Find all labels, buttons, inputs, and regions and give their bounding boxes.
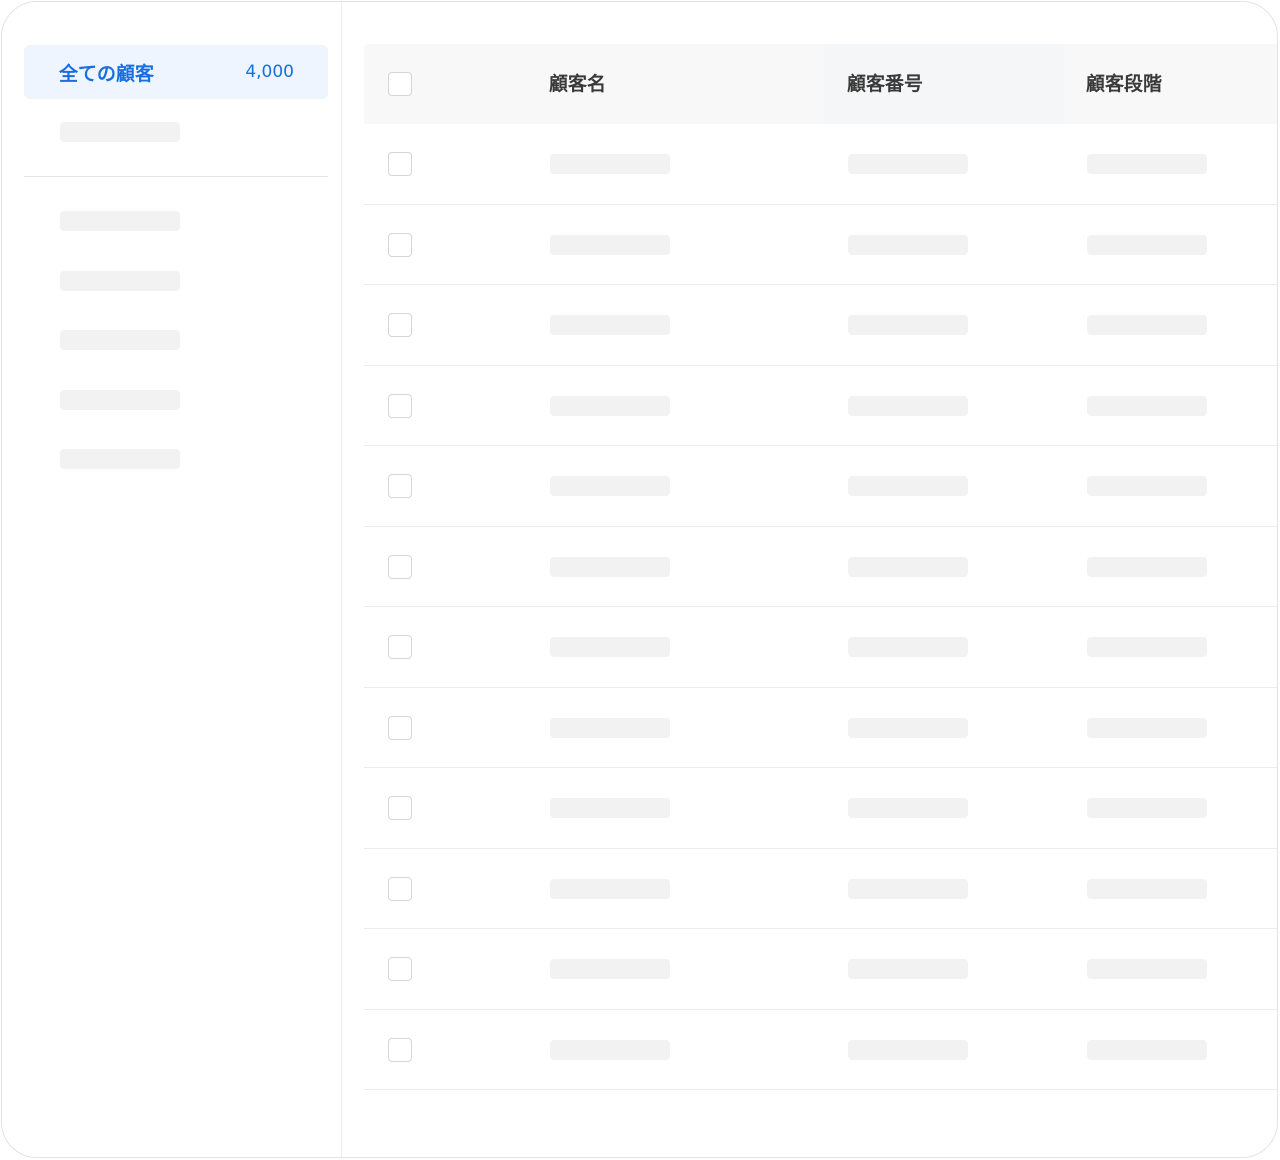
table-body: [364, 124, 1277, 1090]
cell-placeholder: [848, 154, 968, 174]
cell-placeholder: [848, 717, 968, 738]
cell-placeholder: [848, 476, 968, 496]
table-row[interactable]: [364, 768, 1277, 849]
row-checkbox[interactable]: [388, 232, 412, 257]
cell-placeholder: [550, 637, 670, 657]
sidebar-item-placeholder: [60, 390, 180, 410]
app-window: 全ての顧客 4,000 顧客名 顧客番号 顧客段階: [1, 1, 1278, 1158]
row-checkbox[interactable]: [388, 313, 412, 337]
cell-placeholder: [1087, 395, 1207, 416]
cell-placeholder: [1087, 959, 1207, 979]
cell-placeholder: [1087, 234, 1207, 255]
table-row[interactable]: [364, 688, 1277, 768]
cell-placeholder: [1087, 154, 1207, 174]
row-checkbox[interactable]: [388, 957, 412, 981]
cell-placeholder: [1087, 1039, 1207, 1060]
table-row[interactable]: [364, 366, 1277, 446]
table-row[interactable]: [364, 1010, 1277, 1090]
row-checkbox[interactable]: [388, 1037, 412, 1062]
select-all-checkbox[interactable]: [388, 72, 412, 96]
sidebar-item-placeholder: [60, 449, 180, 469]
sidebar-item-placeholder: [60, 330, 180, 350]
table-row[interactable]: [364, 285, 1277, 366]
table-row[interactable]: [364, 446, 1277, 527]
cell-placeholder: [550, 154, 670, 174]
cell-placeholder: [848, 1039, 968, 1060]
cell-placeholder: [1087, 556, 1207, 577]
cell-placeholder: [550, 395, 670, 416]
row-checkbox[interactable]: [388, 796, 412, 820]
column-header-customer-name[interactable]: 顧客名: [549, 44, 606, 124]
cell-placeholder: [848, 798, 968, 818]
customer-table: 顧客名 顧客番号 顧客段階: [364, 44, 1277, 1090]
sidebar-item-placeholder: [60, 271, 180, 291]
cell-placeholder: [848, 234, 968, 255]
cell-placeholder: [550, 315, 670, 335]
table-row[interactable]: [364, 205, 1277, 285]
row-checkbox[interactable]: [388, 393, 412, 418]
cell-placeholder: [550, 798, 670, 818]
cell-placeholder: [550, 556, 670, 577]
table-row[interactable]: [364, 929, 1277, 1010]
row-checkbox[interactable]: [388, 635, 412, 659]
column-header-customer-stage[interactable]: 顧客段階: [1086, 44, 1162, 124]
row-checkbox[interactable]: [388, 474, 412, 498]
sidebar: 全ての顧客 4,000: [2, 2, 342, 1157]
cell-placeholder: [550, 1039, 670, 1060]
cell-placeholder: [848, 556, 968, 577]
cell-placeholder: [848, 878, 968, 899]
sidebar-item-count: 4,000: [245, 62, 294, 82]
cell-placeholder: [550, 878, 670, 899]
sidebar-divider: [24, 176, 328, 177]
cell-placeholder: [848, 959, 968, 979]
row-checkbox[interactable]: [388, 876, 412, 901]
row-checkbox[interactable]: [388, 152, 412, 176]
row-checkbox[interactable]: [388, 715, 412, 740]
cell-placeholder: [550, 476, 670, 496]
table-row[interactable]: [364, 849, 1277, 929]
cell-placeholder: [1087, 717, 1207, 738]
cell-placeholder: [1087, 476, 1207, 496]
cell-placeholder: [550, 234, 670, 255]
column-header-customer-number[interactable]: 顧客番号: [847, 44, 923, 124]
cell-placeholder: [848, 315, 968, 335]
sidebar-item-placeholder: [60, 211, 180, 231]
cell-placeholder: [848, 637, 968, 657]
cell-placeholder: [1087, 315, 1207, 335]
table-row[interactable]: [364, 124, 1277, 205]
table-header: 顧客名 顧客番号 顧客段階: [364, 44, 1277, 124]
sidebar-item-placeholder: [60, 122, 180, 142]
cell-placeholder: [848, 395, 968, 416]
sidebar-item-all-customers[interactable]: 全ての顧客 4,000: [24, 45, 328, 99]
table-row[interactable]: [364, 527, 1277, 607]
cell-placeholder: [1087, 798, 1207, 818]
table-row[interactable]: [364, 607, 1277, 688]
cell-placeholder: [1087, 637, 1207, 657]
row-checkbox[interactable]: [388, 554, 412, 579]
cell-placeholder: [550, 717, 670, 738]
sidebar-item-label: 全ての顧客: [59, 62, 155, 85]
cell-placeholder: [550, 959, 670, 979]
cell-placeholder: [1087, 878, 1207, 899]
